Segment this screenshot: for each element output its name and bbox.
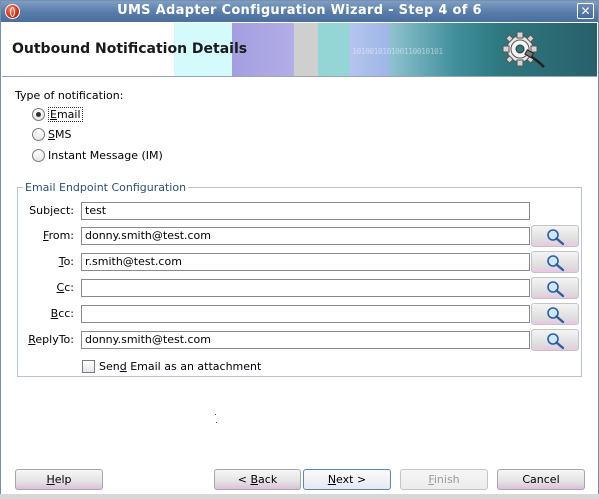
stray-dot [216, 422, 217, 423]
finish-button[interactable]: Finish [400, 469, 488, 490]
search-icon [547, 255, 565, 272]
bcc-lookup-button[interactable] [531, 303, 579, 325]
search-icon [547, 333, 565, 350]
stray-dot [215, 414, 216, 415]
checkbox[interactable] [82, 359, 95, 373]
send-as-attachment-label[interactable]: Send Email as an attachment [99, 360, 261, 373]
send-as-attachment-checkbox[interactable]: Send Email as an attachment [82, 359, 261, 373]
header-decoration [294, 23, 318, 76]
radio-button[interactable] [32, 127, 45, 141]
next-button[interactable]: Next > [303, 469, 391, 490]
page-title: Outbound Notification Details [12, 41, 248, 57]
radio-instant-message[interactable]: Instant Message (IM) [32, 147, 163, 163]
gear-plug-icon [502, 31, 545, 68]
close-button[interactable]: ✕ [577, 3, 594, 19]
header-decoration [318, 23, 350, 76]
replyto-lookup-button[interactable] [531, 329, 579, 351]
replyto-input[interactable]: donny.smith@test.com [81, 331, 530, 349]
back-button[interactable]: < Back [214, 469, 301, 490]
radio-button[interactable] [32, 107, 45, 121]
from-lookup-button[interactable] [531, 225, 579, 247]
search-icon [547, 281, 565, 298]
radio-sms[interactable]: SMS [32, 126, 71, 142]
radio-email-label[interactable]: Email [48, 106, 83, 122]
search-icon [547, 307, 565, 324]
wizard-header: 101001010100110010101 Outbound Notificat… [2, 23, 597, 76]
cc-label: Cc: [56, 281, 74, 294]
radio-sms-label[interactable]: SMS [48, 128, 71, 141]
radio-button[interactable] [32, 148, 45, 162]
to-input[interactable]: r.smith@test.com [81, 253, 530, 271]
subject-input[interactable]: test [81, 202, 530, 220]
email-endpoint-group-title: Email Endpoint Configuration [23, 181, 189, 194]
search-icon [547, 229, 565, 246]
to-lookup-button[interactable] [531, 251, 579, 273]
cancel-button[interactable]: Cancel [497, 469, 585, 490]
from-input[interactable]: donny.smith@test.com [81, 227, 530, 245]
radio-email[interactable]: Email [32, 106, 83, 122]
notification-type-label: Type of notification: [15, 89, 124, 102]
title-bar[interactable]: UMS Adapter Configuration Wizard - Step … [1, 1, 598, 22]
radio-im-label[interactable]: Instant Message (IM) [48, 149, 163, 162]
replyto-label: ReplyTo: [28, 333, 74, 346]
cc-lookup-button[interactable] [531, 277, 579, 299]
subject-label: Subject: [29, 204, 74, 217]
to-label: To: [58, 255, 74, 268]
help-button[interactable]: Help [15, 469, 103, 490]
close-icon: ✕ [580, 4, 591, 18]
window-title: UMS Adapter Configuration Wizard - Step … [117, 3, 482, 18]
wizard-window: UMS Adapter Configuration Wizard - Step … [0, 0, 599, 499]
bcc-label: Bcc: [50, 307, 74, 320]
bcc-input[interactable] [81, 305, 530, 323]
window-bottom-edge [0, 494, 599, 499]
from-label: From: [43, 229, 74, 242]
header-binary-decoration: 101001010100110010101 [352, 47, 443, 56]
header-divider [2, 76, 597, 77]
cc-input[interactable] [81, 279, 530, 297]
